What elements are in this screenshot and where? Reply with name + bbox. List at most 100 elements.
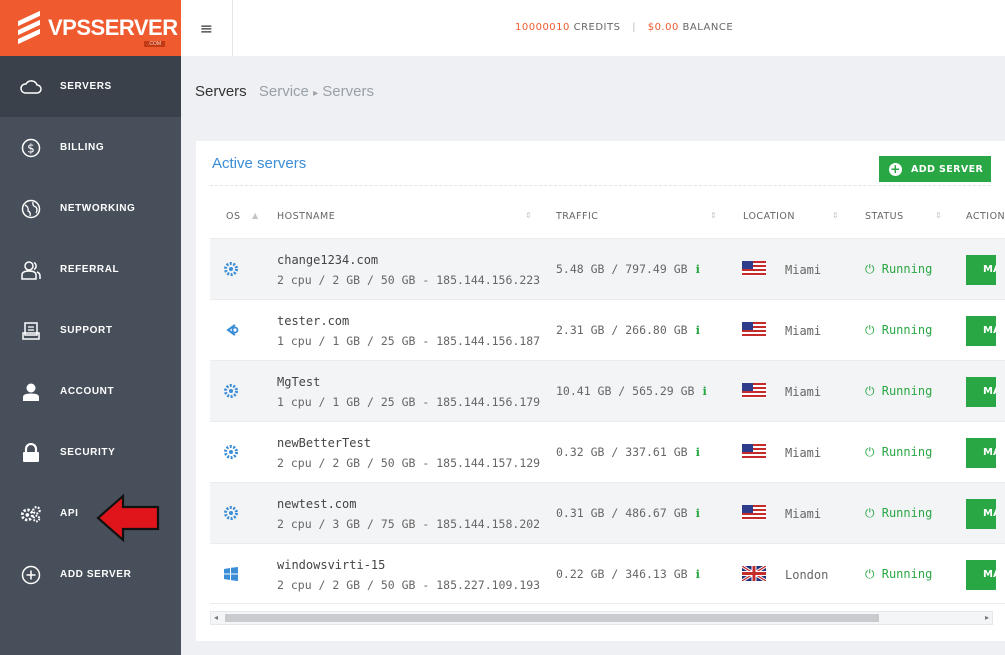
hostname[interactable]: tester.com [277,314,349,328]
manage-button[interactable]: MANAGE [966,438,996,468]
traffic-value: 0.32 GB / 337.61 GB [556,445,688,459]
uk-flag-icon [742,566,766,581]
panel-title: Active servers [212,155,307,172]
power-icon: ⏻ [865,506,882,520]
balance-value: $0.00 [647,22,679,33]
hostname[interactable]: windowsvirti-15 [277,558,385,572]
sidebar-item-label: REFERRAL [60,264,120,275]
col-status[interactable]: STATUS [865,211,904,222]
power-icon: ⏻ [865,384,882,398]
dollar-circle-icon: $ [20,137,42,159]
sidebar-item-label: BILLING [60,142,105,153]
credits-label: CREDITS [573,22,621,33]
user-icon [20,381,42,403]
sidebar-item-account[interactable]: ACCOUNT [0,361,181,422]
table-row[interactable]: MgTest 1 cpu / 1 GB / 25 GB - 185.144.15… [210,360,1005,421]
scrollbar-thumb[interactable] [225,614,879,622]
location: Miami [785,507,822,521]
col-actions: ACTIONS [966,211,1005,222]
col-hostname[interactable]: HOSTNAME [277,211,335,222]
sidebar-item-support[interactable]: SUPPORT [0,300,181,361]
server-spec: 2 cpu / 2 GB / 50 GB - 185.144.156.223 [277,273,541,287]
col-location[interactable]: LOCATION [743,211,795,222]
info-icon[interactable]: i [696,262,700,276]
sort-icon[interactable]: ⇕ [832,211,839,220]
info-icon[interactable]: i [696,323,700,337]
separator: | [632,22,637,33]
sidebar-item-label: NETWORKING [60,203,136,214]
traffic-value: 2.31 GB / 266.80 GB [556,323,688,337]
sidebar-item-label: ADD SERVER [60,569,132,580]
sidebar-item-networking[interactable]: NETWORKING [0,178,181,239]
logo-mark-icon [18,10,40,45]
power-icon: ⏻ [865,323,882,337]
status-badge: ⏻ Running [865,445,933,459]
horizontal-scrollbar[interactable]: ◂ ▸ [210,611,993,625]
hostname[interactable]: change1234.com [277,253,378,267]
top-bar: ≡ 10000010 CREDITS | $0.00 BALANCE [181,0,1005,56]
gear-os-icon [224,445,238,459]
manage-button[interactable]: MANAGE [966,560,996,590]
sidebar-item-servers[interactable]: SERVERS [0,56,181,117]
traffic: 0.31 GB / 486.67 GB i [556,506,700,520]
add-server-button[interactable]: + ADD SERVER [879,156,991,182]
table-row[interactable]: newBetterTest 2 cpu / 2 GB / 50 GB - 185… [210,421,1005,482]
manage-button[interactable]: MANAGE [966,499,996,529]
sidebar-item-security[interactable]: SECURITY [0,422,181,483]
sidebar-item-billing[interactable]: $ BILLING [0,117,181,178]
info-icon[interactable]: i [696,445,700,459]
add-server-label: ADD SERVER [911,163,984,175]
hostname[interactable]: newBetterTest [277,436,371,450]
sidebar-item-label: SERVERS [60,81,112,92]
us-flag-icon [742,322,766,337]
gear-os-icon [224,384,238,398]
sort-icon[interactable]: ⇕ [710,211,717,220]
location: Miami [785,385,822,399]
sidebar-item-label: API [60,508,79,519]
manage-button[interactable]: MANAGE [966,377,996,407]
breadcrumb-service[interactable]: Service [259,83,309,100]
hostname[interactable]: MgTest [277,375,320,389]
sidebar-item-add-server[interactable]: ADD SERVER [0,544,181,605]
globe-icon [20,198,42,220]
plus-circle-icon [20,564,42,586]
breadcrumb-arrow-icon: ▸ [313,88,319,99]
scroll-right-icon[interactable]: ▸ [985,612,989,624]
power-icon: ⏻ [865,567,882,581]
us-flag-icon [742,261,766,276]
status-badge: ⏻ Running [865,323,933,337]
table-row[interactable]: windowsvirti-15 2 cpu / 2 GB / 50 GB - 1… [210,543,1005,604]
table-row[interactable]: newtest.com 2 cpu / 3 GB / 75 GB - 185.1… [210,482,1005,543]
scroll-left-icon[interactable]: ◂ [214,612,218,624]
server-spec: 2 cpu / 2 GB / 50 GB - 185.144.157.129 [277,456,541,470]
menu-toggle-icon[interactable]: ≡ [181,0,233,56]
sort-icon[interactable]: ⇕ [935,211,942,220]
power-icon: ⏻ [865,445,882,459]
location: London [785,568,829,582]
brand-logo[interactable]: VPSSERVER .COM [0,0,181,56]
breadcrumb-servers[interactable]: Servers [322,83,374,100]
gears-icon [20,503,42,525]
os-logo-icon [226,324,239,336]
credits-value: 10000010 [515,22,570,33]
info-icon[interactable]: i [696,506,700,520]
col-os[interactable]: OS [226,211,241,222]
info-icon[interactable]: i [696,567,700,581]
location: Miami [785,446,822,460]
sort-icon[interactable]: ⇕ [525,211,532,220]
manage-button[interactable]: MANAGE [966,255,996,285]
gear-os-icon [224,262,238,276]
svg-text:$: $ [27,141,35,155]
status-badge: ⏻ Running [865,384,933,398]
table-row[interactable]: tester.com 1 cpu / 1 GB / 25 GB - 185.14… [210,299,1005,360]
traffic-value: 0.31 GB / 486.67 GB [556,506,688,520]
sidebar-item-referral[interactable]: REFERRAL [0,239,181,300]
col-traffic[interactable]: TRAFFIC [556,211,598,222]
manage-button[interactable]: MANAGE [966,316,996,346]
server-spec: 2 cpu / 3 GB / 75 GB - 185.144.158.202 [277,517,541,531]
table-row[interactable]: change1234.com 2 cpu / 2 GB / 50 GB - 18… [210,238,1005,299]
hostname[interactable]: newtest.com [277,497,356,511]
info-icon[interactable]: i [702,384,706,398]
traffic: 0.32 GB / 337.61 GB i [556,445,700,459]
sort-asc-icon[interactable]: ▲ [252,211,259,220]
